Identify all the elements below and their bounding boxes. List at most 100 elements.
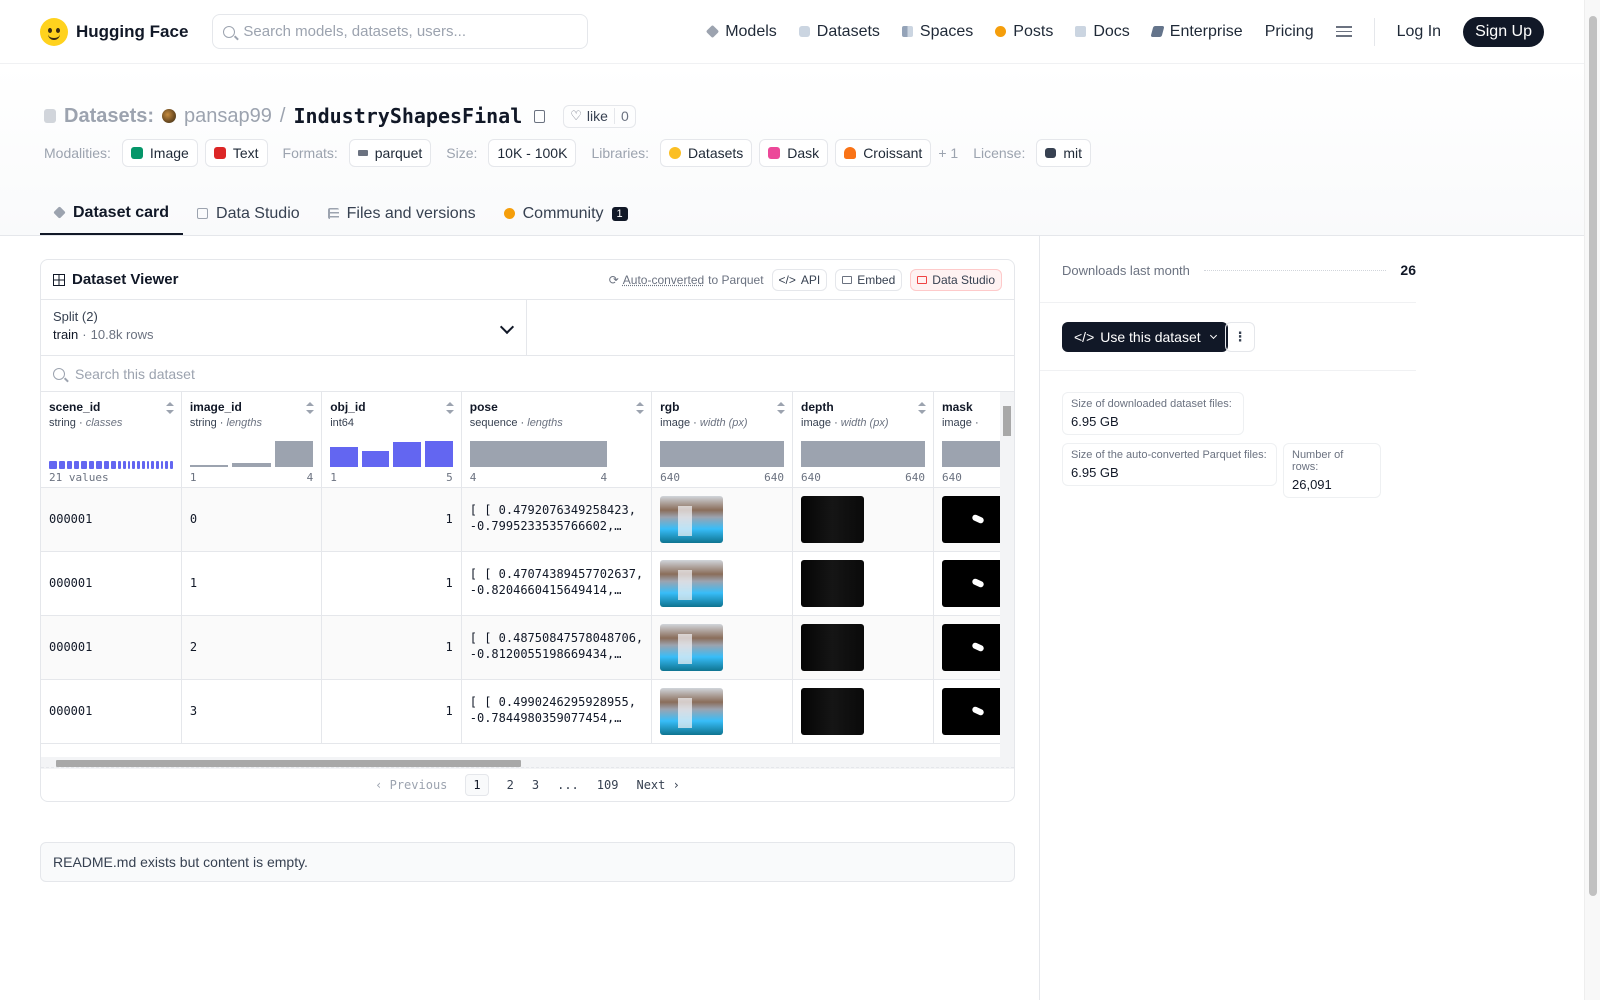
nav-pricing-link[interactable]: Pricing [1265,23,1314,41]
cell-scene-id[interactable]: 000001 [41,487,182,552]
cell-pose[interactable]: [ [ 0.48750847578048706, -0.8120055198669… [461,615,653,680]
tab-dataset-card[interactable]: Dataset card [40,192,184,235]
sort-icon[interactable] [306,402,315,414]
histogram-bar[interactable] [274,440,314,467]
cell-depth[interactable] [792,487,934,552]
page-button-2[interactable]: 2 [507,778,514,792]
histogram-bar[interactable] [189,464,229,467]
cell-scene-id[interactable]: 000001 [41,551,182,616]
nav-models-link[interactable]: Models [706,23,777,41]
histogram-bar[interactable] [660,440,785,467]
breadcrumb-owner[interactable]: pansap99 [184,105,272,128]
cell-depth[interactable] [792,679,934,744]
nav-docs-link[interactable]: Docs [1075,23,1130,41]
page-button-3[interactable]: 3 [532,778,539,792]
copy-icon[interactable] [534,109,546,123]
column-header-image-id[interactable]: image_id string · lengths 1 4 [181,392,323,488]
cell-depth[interactable] [792,615,934,680]
sort-icon[interactable] [777,402,786,414]
split-selector[interactable]: Split (2) train · 10.8k rows [41,300,527,355]
rgb-thumbnail[interactable] [660,495,724,543]
cell-scene-id[interactable]: 000001 [41,679,182,744]
cell-obj-id[interactable]: 1 [321,551,462,616]
use-dataset-button[interactable]: </> Use this dataset [1062,322,1228,352]
page-scrollbar[interactable] [1584,0,1600,1000]
brand-logo[interactable]: Hugging Face [40,17,188,46]
nav-posts-link[interactable]: Posts [995,23,1053,41]
cell-image-id[interactable]: 2 [181,615,323,680]
histogram-bar[interactable] [393,441,422,467]
api-button[interactable]: </> API [771,268,828,291]
table-vertical-scrollbar[interactable] [1000,392,1014,757]
column-header-scene-id[interactable]: scene_id string · classes 21 values [41,392,182,488]
tag-parquet[interactable]: parquet [348,139,432,167]
tag-license[interactable]: mit [1036,139,1092,167]
cell-image-id[interactable]: 1 [181,551,323,616]
tab-data-studio[interactable]: Data Studio [183,192,314,235]
sort-icon[interactable] [445,402,454,414]
nav-spaces-link[interactable]: Spaces [901,23,973,41]
tag-datasets-lib[interactable]: Datasets [660,139,753,167]
histogram-bar[interactable] [232,462,271,467]
page-button-last[interactable]: 109 [597,778,619,792]
tag-text[interactable]: Text [204,139,268,167]
cell-pose[interactable]: [ [ 0.4990246295928955, -0.78449803590774… [461,679,653,744]
breadcrumb-section[interactable]: Datasets: [64,105,154,128]
table-row[interactable]: 000001 3 1[ [ 0.4990246295928955, -0.784498… [41,679,1014,744]
more-options-button[interactable]: ⋮ [1225,322,1255,352]
mask-thumbnail[interactable] [941,495,1005,543]
histogram-bar[interactable] [330,446,358,467]
cell-rgb[interactable] [651,615,794,680]
tag-croissant[interactable]: Croissant [835,139,932,167]
data-studio-button[interactable]: Data Studio [910,268,1002,291]
depth-thumbnail[interactable] [801,495,865,543]
column-header-obj-id[interactable]: obj_id int64 1 5 [321,392,462,488]
page-button-1[interactable]: 1 [465,773,489,796]
cell-obj-id[interactable]: 1 [321,679,462,744]
cell-rgb[interactable] [651,487,794,552]
previous-page-button[interactable]: ‹ Previous [375,778,447,792]
embed-button[interactable]: Embed [835,268,903,291]
sort-icon[interactable] [917,402,926,414]
table-row[interactable]: 000001 1 1[ [ 0.47074389457702637, -0.82046… [41,551,1014,616]
more-menu-icon[interactable] [1335,26,1352,37]
cell-pose[interactable]: [ [ 0.47074389457702637, -0.8204660415649… [461,551,653,616]
tag-dask[interactable]: Dask [759,139,829,167]
table-row[interactable]: 000001 2 1[ [ 0.48750847578048706, -0.81200… [41,615,1014,680]
cell-rgb[interactable] [651,679,794,744]
histogram-bar[interactable] [425,440,453,467]
login-link[interactable]: Log In [1397,23,1441,41]
rgb-thumbnail[interactable] [660,623,724,671]
column-header-pose[interactable]: pose sequence · lengths 4 4 [461,392,653,488]
rgb-thumbnail[interactable] [660,559,724,607]
dataset-search-input[interactable]: Search this dataset [41,356,1014,392]
tab-community[interactable]: Community 1 [490,192,642,235]
sort-icon[interactable] [165,402,174,414]
column-header-rgb[interactable]: rgb image · width (px) 640 640 [651,392,794,488]
rgb-thumbnail[interactable] [660,687,724,735]
dataset-name[interactable]: IndustryShapesFinal [293,104,522,128]
depth-thumbnail[interactable] [801,623,865,671]
cell-obj-id[interactable]: 1 [321,487,462,552]
mask-thumbnail[interactable] [941,687,1005,735]
table-row[interactable]: 000001 0 1[ [ 0.4792076349258423, -0.799523… [41,487,1014,552]
tag-size[interactable]: 10K - 100K [488,139,577,167]
cell-rgb[interactable] [651,551,794,616]
histogram-bar[interactable] [801,440,925,467]
cell-scene-id[interactable]: 000001 [41,615,182,680]
cell-obj-id[interactable]: 1 [321,615,462,680]
global-search-input[interactable]: Search models, datasets, users... [212,14,589,49]
cell-depth[interactable] [792,551,934,616]
cell-image-id[interactable]: 3 [181,679,323,744]
depth-thumbnail[interactable] [801,559,865,607]
cell-image-id[interactable]: 0 [181,487,323,552]
tag-image[interactable]: Image [121,139,198,167]
histogram-bar[interactable] [469,440,608,467]
sort-icon[interactable] [636,402,645,414]
signup-button[interactable]: Sign Up [1463,16,1544,47]
nav-enterprise-link[interactable]: Enterprise [1150,23,1243,41]
depth-thumbnail[interactable] [801,687,865,735]
more-libraries[interactable]: + 1 [938,145,958,161]
column-header-depth[interactable]: depth image · width (px) 640 640 [792,392,934,488]
cell-pose[interactable]: [ [ 0.4792076349258423, -0.79952335357666… [461,487,653,552]
